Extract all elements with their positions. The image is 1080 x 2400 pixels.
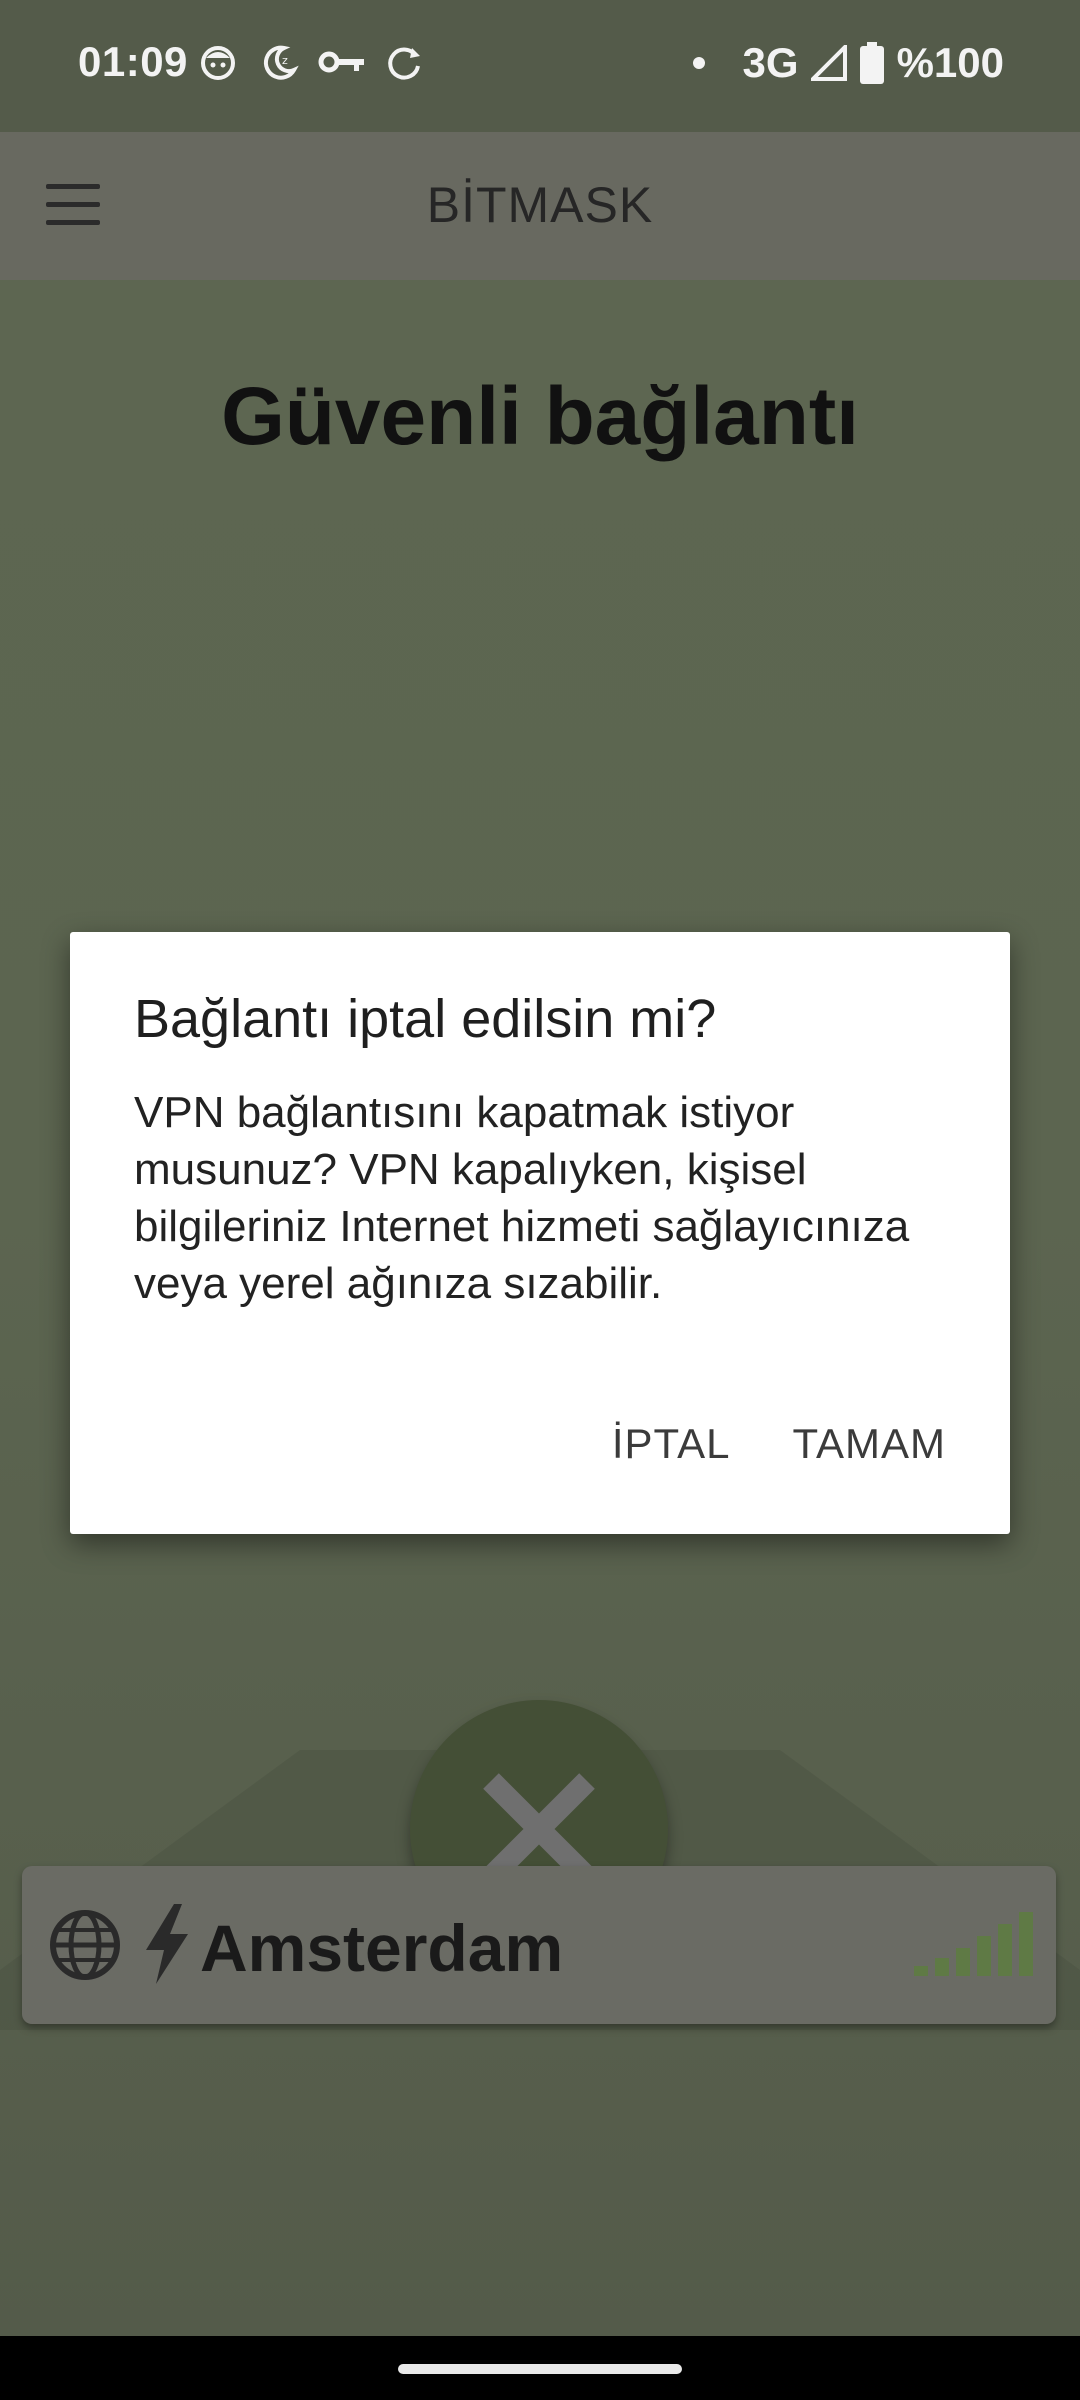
dialog-actions: İPTAL TAMAM [612, 1420, 946, 1468]
dialog-title: Bağlantı iptal edilsin mi? [134, 989, 717, 1049]
system-nav-bar [0, 2336, 1080, 2400]
ok-button[interactable]: TAMAM [792, 1420, 946, 1468]
home-gesture-handle[interactable] [398, 2364, 682, 2374]
dialog-message: VPN bağlantısını kapatmak istiyor musunu… [134, 1088, 910, 1308]
cancel-button[interactable]: İPTAL [612, 1420, 731, 1468]
cancel-connection-dialog: Bağlantı iptal edilsin mi? VPN bağlantıs… [70, 932, 1010, 1534]
